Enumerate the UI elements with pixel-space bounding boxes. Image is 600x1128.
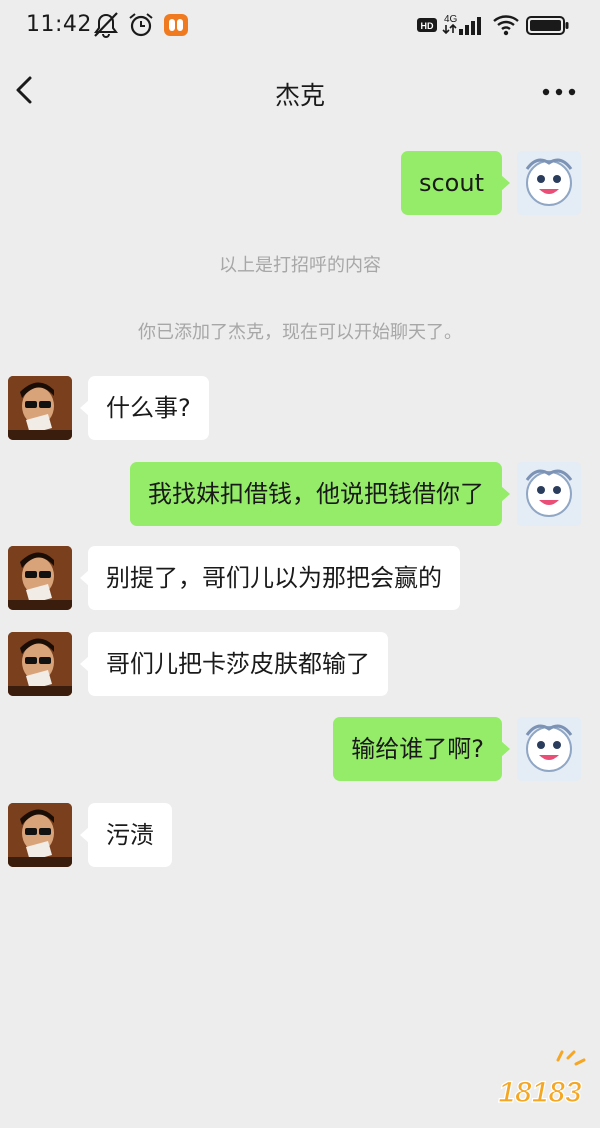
signal-icon: 4G	[442, 14, 481, 35]
contact-avatar[interactable]	[8, 632, 72, 696]
system-note: 你已添加了杰克，现在可以开始聊天了。	[138, 322, 462, 343]
system-note: 以上是打招呼的内容	[219, 255, 381, 276]
alarm-icon	[129, 13, 153, 37]
wifi-icon	[493, 15, 519, 36]
message-bubble-received[interactable]: 污渍	[80, 803, 172, 867]
person-avatar-icon	[8, 803, 72, 867]
message-bubble-received[interactable]: 别提了，哥们儿以为那把会赢的	[80, 546, 460, 610]
person-avatar-icon	[8, 376, 72, 440]
cartoon-avatar-icon	[517, 151, 581, 215]
nav-bar: 杰克	[0, 52, 600, 130]
network-label: 4G	[444, 14, 458, 25]
my-avatar[interactable]	[517, 717, 581, 781]
message-bubble-sent[interactable]: scout	[400, 151, 511, 215]
watermark-text: 18183	[498, 1076, 582, 1109]
hd-label: HD	[421, 21, 434, 31]
cartoon-avatar-icon	[517, 717, 581, 781]
my-avatar[interactable]	[517, 151, 581, 215]
message-bubble-received[interactable]: 什么事?	[80, 376, 209, 440]
app-notification-icon	[164, 14, 188, 36]
message-bubble-received[interactable]: 哥们儿把卡莎皮肤都输了	[80, 632, 388, 696]
chat-title: 杰克	[274, 81, 325, 110]
mute-icon	[94, 12, 118, 39]
watermark-logo: 18183	[498, 1050, 586, 1110]
status-bar: 11:42 HD 4G	[0, 0, 600, 52]
message-bubble-sent[interactable]: 输给谁了啊?	[333, 717, 510, 781]
more-dots-icon	[542, 88, 576, 96]
my-avatar[interactable]	[517, 462, 581, 526]
chat-area[interactable]: scout 以上是打招呼的内容 你已添加了杰克，现在可以开始聊天了。 什么事? …	[0, 130, 600, 1128]
cartoon-avatar-icon	[517, 462, 581, 526]
message-bubble-sent[interactable]: 我找妹扣借钱，他说把钱借你了	[130, 462, 510, 526]
contact-avatar[interactable]	[8, 803, 72, 867]
more-button[interactable]	[536, 76, 582, 108]
person-avatar-icon	[8, 632, 72, 696]
person-avatar-icon	[8, 546, 72, 610]
contact-avatar[interactable]	[8, 546, 72, 610]
battery-icon	[526, 16, 569, 35]
contact-avatar[interactable]	[8, 376, 72, 440]
hd-icon: HD	[417, 18, 437, 32]
status-time: 11:42	[26, 12, 92, 37]
